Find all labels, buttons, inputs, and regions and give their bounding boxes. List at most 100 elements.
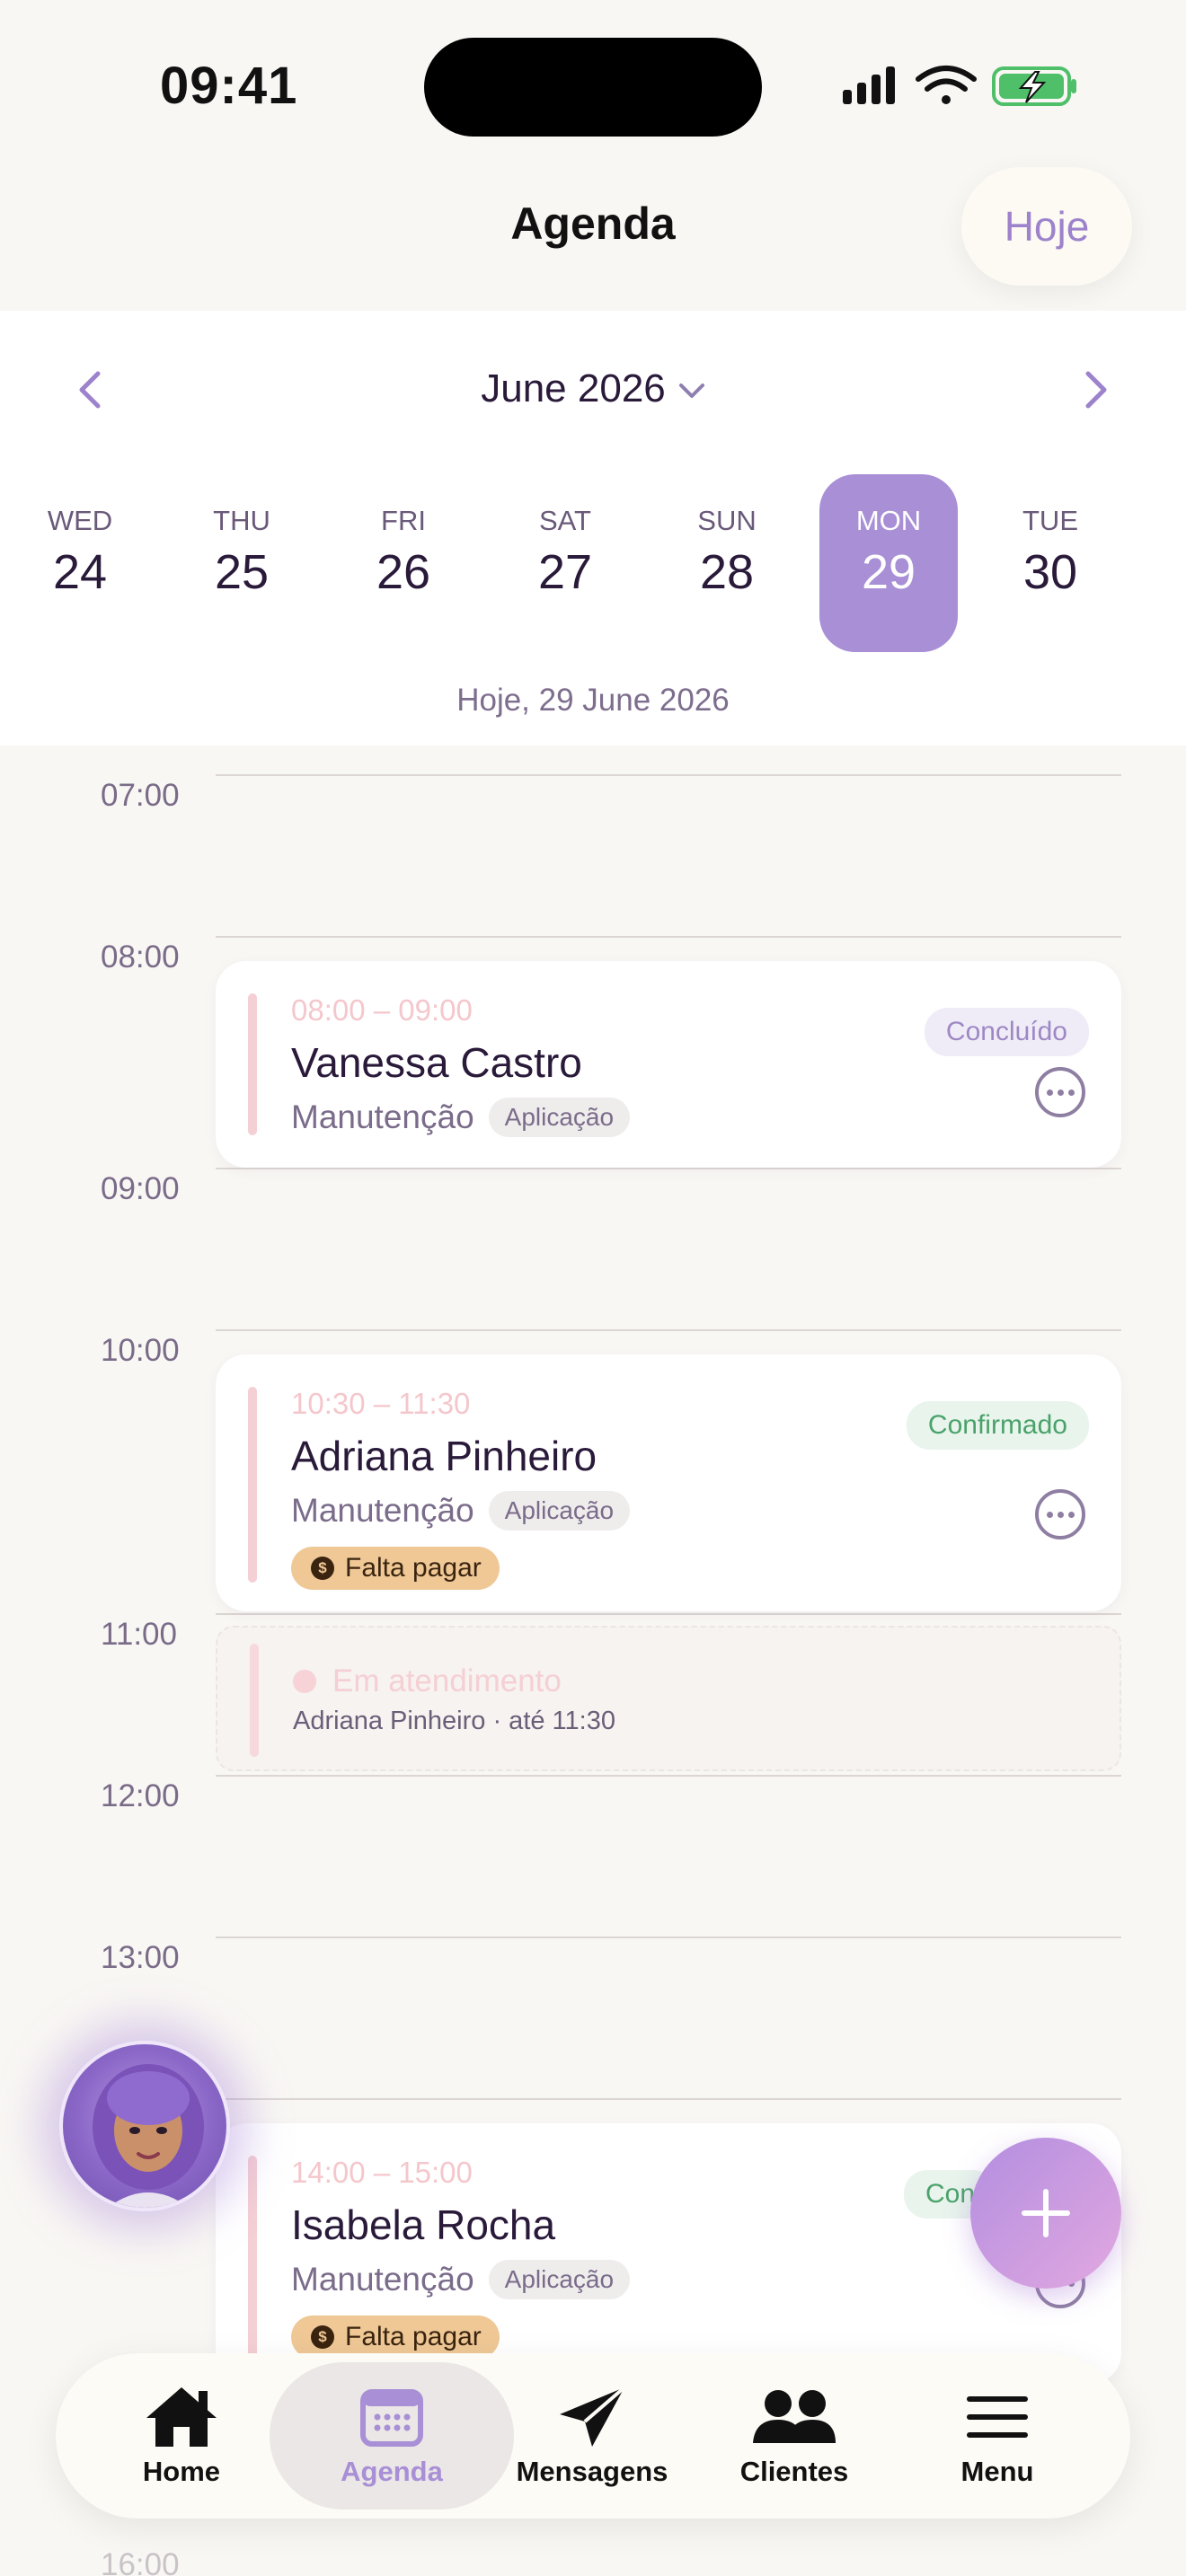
hour-label: 11:00 xyxy=(101,1617,177,1652)
signal-icon xyxy=(843,66,895,104)
hour-divider xyxy=(216,1775,1121,1777)
month-navigation: June 2026 xyxy=(0,363,1186,417)
hour-label: 09:00 xyxy=(101,1171,180,1206)
next-week-button[interactable] xyxy=(1060,363,1132,417)
day-of-week: SAT xyxy=(539,505,591,536)
status-time: 09:41 xyxy=(160,57,298,115)
more-icon xyxy=(1046,1089,1053,1096)
tab-label: Menu xyxy=(960,2456,1034,2487)
day-number: 25 xyxy=(214,545,270,599)
client-name: Adriana Pinheiro xyxy=(291,1433,597,1479)
tab-mensagens[interactable]: Mensagens xyxy=(493,2362,691,2510)
in-progress-block[interactable]: Em atendimento Adriana Pinheiro · até 11… xyxy=(216,1626,1121,1771)
day-cell[interactable]: TUE 30 xyxy=(981,474,1120,652)
hour-divider xyxy=(216,1168,1121,1169)
assistant-avatar[interactable] xyxy=(59,2041,230,2211)
today-button[interactable]: Hoje xyxy=(961,167,1132,286)
week-calendar: June 2026 WED 24 THU 25 FRI 26 SAT 27 SU… xyxy=(0,311,1186,745)
appointment-time: 14:00 – 15:00 xyxy=(291,2156,473,2189)
day-number: 24 xyxy=(52,545,108,599)
more-options-button[interactable] xyxy=(1035,1067,1085,1117)
week-days: WED 24 THU 25 FRI 26 SAT 27 SUN 28 MON 2… xyxy=(0,474,1186,652)
more-icon-dot xyxy=(1067,1511,1075,1518)
service-info: Manutenção Aplicação xyxy=(291,1098,631,1137)
payment-label: Falta pagar xyxy=(345,1553,482,1583)
appointment-time: 08:00 – 09:00 xyxy=(291,993,473,1027)
chevron-right-icon xyxy=(1085,371,1107,409)
hour-divider xyxy=(216,774,1121,776)
month-label: June 2026 xyxy=(481,366,666,410)
hour-divider xyxy=(216,936,1121,938)
wifi-icon xyxy=(916,66,977,104)
send-icon xyxy=(560,2386,626,2447)
plus-icon xyxy=(1022,2189,1070,2237)
payment-pending-badge: $ Falta pagar xyxy=(291,1547,500,1590)
appointment-color-bar xyxy=(248,2156,257,2362)
tab-agenda[interactable]: Agenda xyxy=(270,2362,514,2510)
day-cell[interactable]: WED 24 xyxy=(11,474,149,652)
day-cell[interactable]: THU 25 xyxy=(173,474,311,652)
day-number: 29 xyxy=(861,545,916,599)
in-progress-title: Em atendimento xyxy=(293,1663,562,1699)
service-info: Manutenção Aplicação xyxy=(291,1491,631,1531)
app-header: Agenda Hoje xyxy=(0,153,1186,311)
chevron-down-icon xyxy=(678,384,704,399)
more-icon-dot xyxy=(1067,1089,1075,1096)
more-icon-dot xyxy=(1057,1089,1064,1096)
hour-label: 16:00 xyxy=(101,2547,180,2576)
appointment-color-bar xyxy=(248,993,257,1135)
service-tag: Aplicação xyxy=(488,1491,631,1531)
day-cell-selected[interactable]: MON 29 xyxy=(819,474,958,652)
client-name: Isabela Rocha xyxy=(291,2201,556,2248)
payment-pending-badge: $ Falta pagar xyxy=(291,2316,500,2359)
status-badge: Concluído xyxy=(924,1008,1089,1056)
client-name: Vanessa Castro xyxy=(291,1039,582,1086)
hour-label: 13:00 xyxy=(101,1940,180,1975)
selected-date-caption: Hoje, 29 June 2026 xyxy=(456,683,730,718)
service-info: Manutenção Aplicação xyxy=(291,2260,631,2299)
hour-divider xyxy=(216,1936,1121,1938)
appointment-color-bar xyxy=(248,1387,257,1583)
service-name: Manutenção xyxy=(291,1098,474,1135)
hour-divider xyxy=(216,2098,1121,2100)
appointment-time: 10:30 – 11:30 xyxy=(291,1387,471,1420)
day-cell[interactable]: SAT 27 xyxy=(496,474,634,652)
coin-icon: $ xyxy=(311,2325,334,2349)
tab-label: Home xyxy=(142,2456,221,2487)
tab-label: Clientes xyxy=(739,2456,849,2487)
day-cell[interactable]: SUN 28 xyxy=(658,474,796,652)
more-options-button[interactable] xyxy=(1035,1489,1085,1539)
payment-label: Falta pagar xyxy=(345,2322,482,2351)
in-progress-subtitle: Adriana Pinheiro · até 11:30 xyxy=(293,1707,615,1735)
tab-label: Agenda xyxy=(341,2456,443,2487)
day-of-week: MON xyxy=(855,505,922,536)
menu-icon xyxy=(967,2396,1028,2438)
appointment-card[interactable]: 10:30 – 11:30 Adriana Pinheiro Manutençã… xyxy=(216,1354,1121,1611)
more-icon xyxy=(1046,1511,1053,1518)
day-timeline[interactable]: 07:00 08:00 09:00 10:00 11:00 12:00 13:0… xyxy=(0,745,1186,2576)
tab-home[interactable]: Home xyxy=(83,2362,280,2510)
day-number: 28 xyxy=(699,545,755,599)
hour-label: 10:00 xyxy=(101,1333,180,1368)
day-number: 30 xyxy=(1022,545,1078,599)
home-icon xyxy=(146,2387,217,2447)
more-icon-dot xyxy=(1057,1511,1064,1518)
coin-icon: $ xyxy=(311,1557,334,1580)
tab-clientes[interactable]: Clientes xyxy=(695,2362,893,2510)
day-of-week: TUE xyxy=(1022,505,1078,536)
hour-divider xyxy=(216,1329,1121,1331)
month-selector[interactable]: June 2026 xyxy=(0,366,1186,411)
day-of-week: FRI xyxy=(381,505,426,536)
service-name: Manutenção xyxy=(291,1492,474,1529)
hour-label: 12:00 xyxy=(101,1778,180,1813)
status-badge: Confirmado xyxy=(906,1401,1089,1450)
in-progress-bar xyxy=(250,1644,259,1757)
day-of-week: WED xyxy=(47,505,113,536)
in-progress-label: Em atendimento xyxy=(332,1663,562,1698)
clock-icon xyxy=(293,1670,316,1693)
tab-menu[interactable]: Menu xyxy=(898,2362,1096,2510)
appointment-card[interactable]: 08:00 – 09:00 Vanessa Castro Manutenção … xyxy=(216,961,1121,1168)
day-cell[interactable]: FRI 26 xyxy=(334,474,473,652)
add-appointment-button[interactable] xyxy=(970,2138,1121,2289)
status-bar: 09:41 xyxy=(0,0,1186,153)
